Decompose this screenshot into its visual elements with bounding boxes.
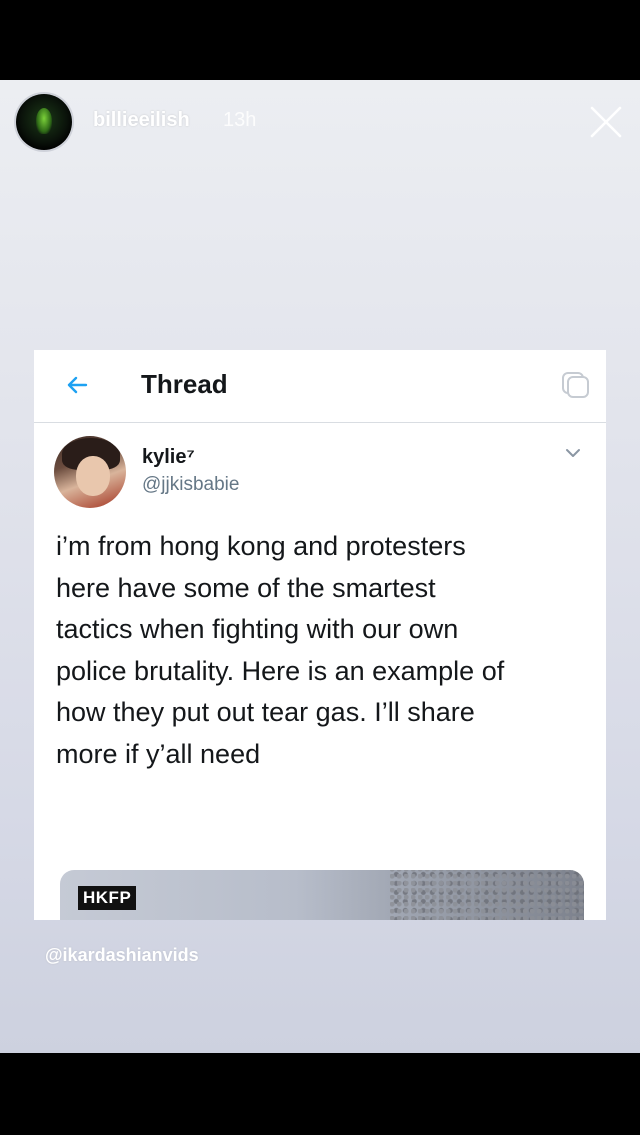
thread-title: Thread (141, 369, 228, 399)
tweet-line: i’m from hong kong and protesters (56, 531, 466, 561)
credit-mention[interactable]: @ikardashianvids (45, 945, 199, 966)
author-handle[interactable]: @jjkisbabie (142, 474, 239, 496)
story-header: billieeilish 13h (0, 80, 640, 160)
close-icon[interactable] (588, 104, 624, 140)
tweet-line: tactics when fighting with our own (56, 614, 459, 644)
author-avatar[interactable] (54, 436, 126, 508)
avatar-face (76, 456, 110, 496)
author-display-name[interactable]: kylie⁷ (142, 446, 195, 469)
story-timestamp: 13h (223, 109, 257, 131)
copy-icon[interactable] (560, 369, 590, 399)
chevron-down-icon[interactable] (562, 442, 584, 464)
back-arrow-icon[interactable] (62, 370, 92, 400)
tweet-line: more if y’all need (56, 738, 261, 769)
media-badge: HKFP (78, 886, 137, 910)
tweet-media[interactable]: HKFP (60, 870, 584, 920)
thread-header: Thread (34, 350, 606, 423)
tweet-text: i’m from hong kong and protesters here h… (56, 526, 591, 775)
tweet-line: here have some of the smartest (56, 572, 436, 603)
story-viewer: billieeilish 13h Thread kylie⁷ @jjkisbab… (0, 80, 640, 1053)
story-username[interactable]: billieeilish (93, 109, 190, 132)
media-texture (390, 870, 584, 920)
tweet-line: how they put out tear gas. I’ll share (56, 697, 475, 727)
avatar[interactable] (16, 94, 72, 150)
tweet-line: police brutality. Here is an example of (56, 655, 505, 686)
avatar-image (36, 108, 52, 134)
tweet-screenshot: Thread kylie⁷ @jjkisbabie i’m from hong … (34, 350, 606, 920)
